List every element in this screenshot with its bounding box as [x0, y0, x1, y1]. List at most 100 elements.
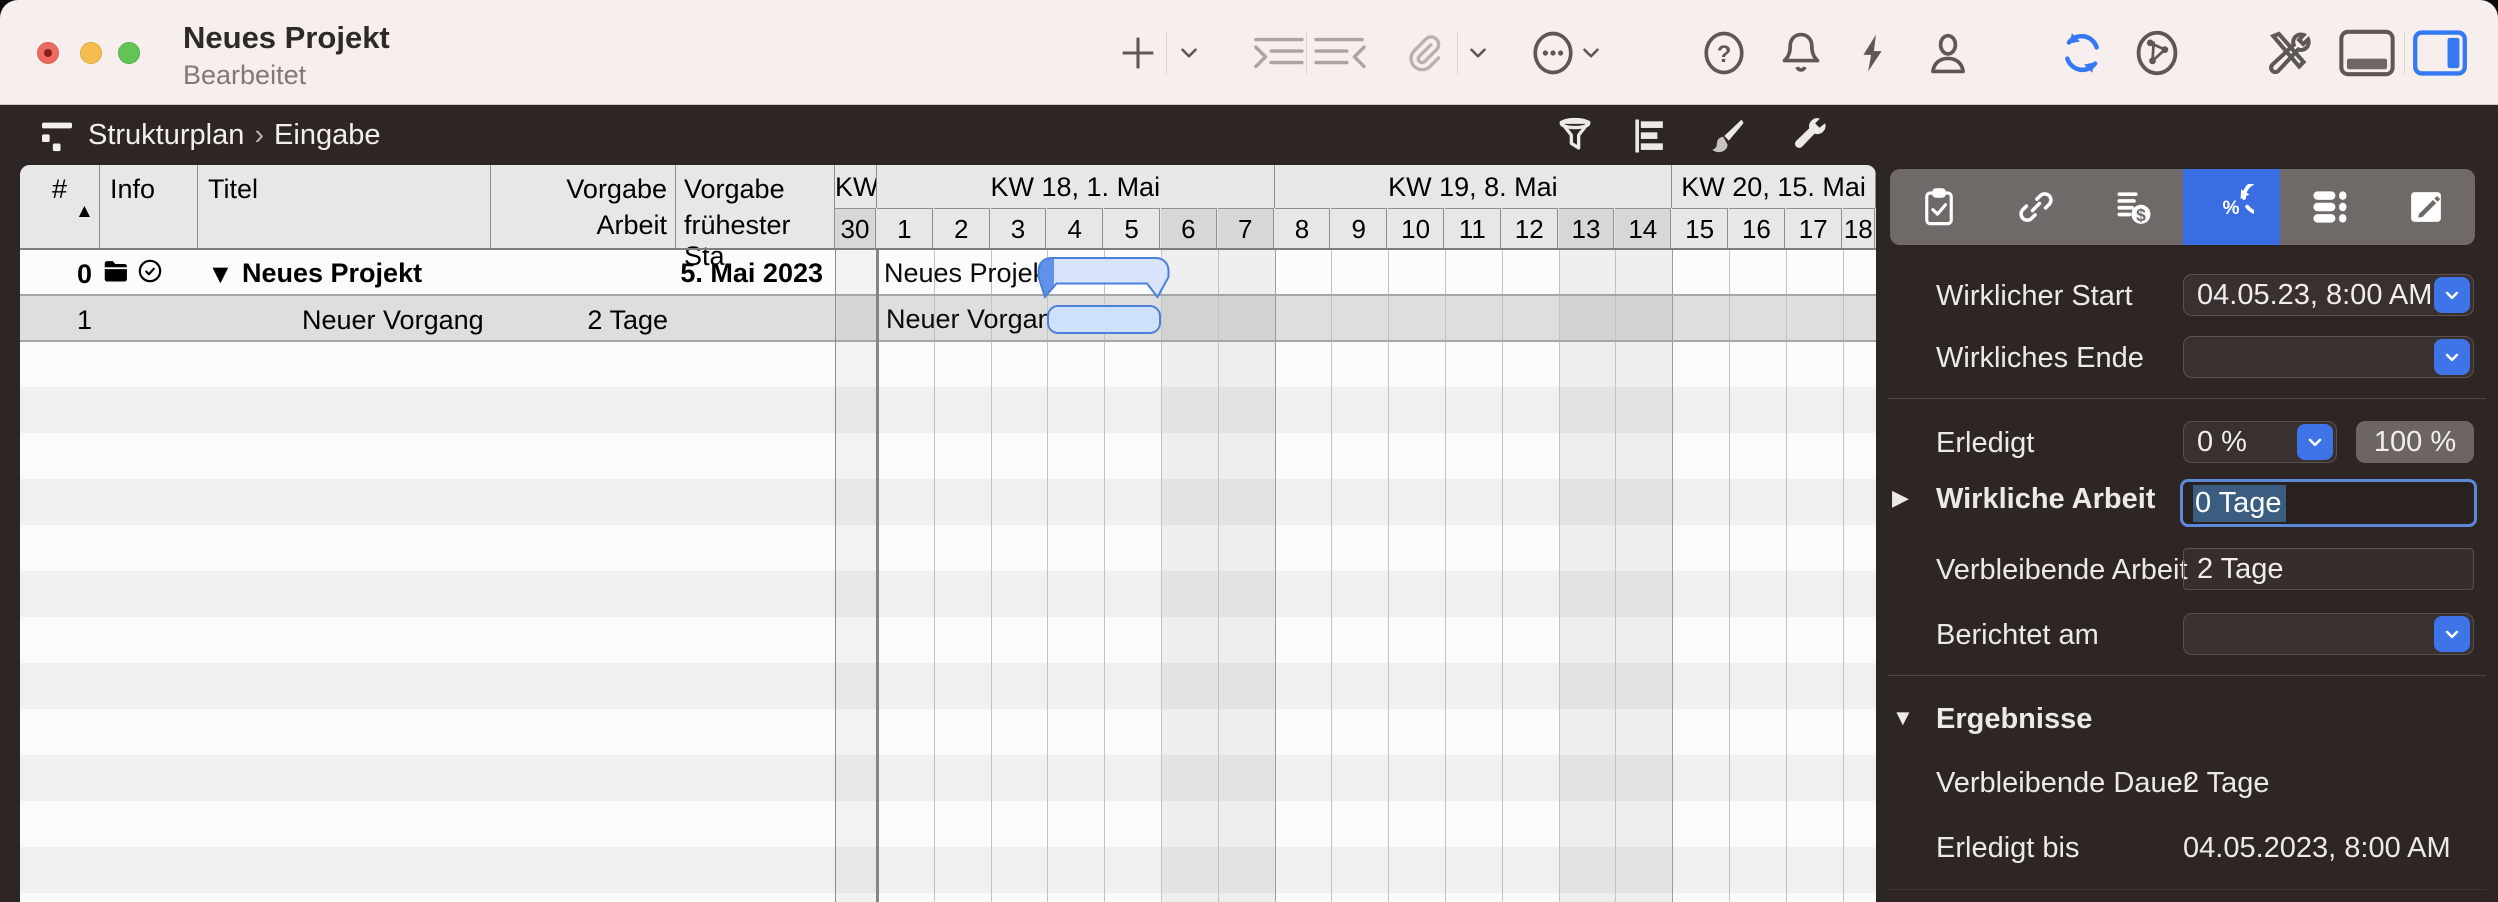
day-gridline — [1161, 249, 1162, 902]
row-info-icons[interactable] — [103, 258, 163, 284]
svg-text:$: $ — [2136, 205, 2146, 225]
tab-notes[interactable] — [2378, 169, 2476, 245]
add-icon[interactable] — [1115, 15, 1161, 91]
actual-work-input[interactable]: 0 Tage — [2180, 479, 2477, 527]
outdent-icon[interactable] — [1312, 15, 1370, 91]
chevron-down-icon[interactable] — [2434, 339, 2470, 375]
bottom-panel-toggle-icon[interactable] — [2338, 15, 2396, 91]
document-title: Neues Projekt — [183, 20, 390, 56]
filter-icon[interactable] — [1553, 116, 1597, 156]
wbs-view-icon[interactable] — [36, 116, 78, 156]
day-gridline — [1786, 249, 1787, 902]
zoom-button[interactable] — [118, 42, 140, 64]
tab-actual-values[interactable]: % — [2183, 169, 2281, 245]
project-summary-bar[interactable] — [1035, 255, 1172, 301]
day-gridline — [1218, 249, 1219, 902]
settings-tools-icon[interactable] — [2262, 15, 2316, 91]
day-header-14: 14 — [1615, 208, 1671, 249]
group-icon[interactable] — [1628, 116, 1672, 156]
attachment-icon[interactable] — [1398, 15, 1448, 91]
column-header-earliest-start[interactable]: Vorgabefrühester Sta — [676, 165, 835, 249]
column-header-work[interactable]: VorgabeArbeit — [491, 165, 676, 249]
indent-icon[interactable] — [1248, 15, 1306, 91]
chevron-down-icon[interactable] — [2434, 616, 2470, 652]
network-icon[interactable] — [2130, 15, 2184, 91]
tab-finance[interactable]: $ — [2085, 169, 2183, 245]
actual-end-dropdown[interactable] — [2183, 336, 2474, 378]
view-settings-wrench-icon[interactable] — [1788, 116, 1832, 156]
inspector-panel: $ % Wirklicher Start 04.05.23, 8:00 AM W… — [1878, 105, 2498, 902]
disclosure-right-icon[interactable]: ▶ — [1892, 485, 1909, 511]
remaining-work-input[interactable]: 2 Tage — [2183, 548, 2474, 590]
day-header-30: 30 — [835, 208, 876, 249]
minimize-button[interactable] — [80, 42, 102, 64]
result-value-remaining-duration: 2 Tage — [2183, 767, 2270, 800]
day-header-7: 7 — [1218, 208, 1274, 249]
day-header-3: 3 — [991, 208, 1047, 249]
column-header-title[interactable]: Titel — [198, 165, 491, 249]
day-header-8: 8 — [1275, 208, 1331, 249]
breadcrumb-page[interactable]: Eingabe — [274, 119, 380, 151]
day-gridline — [1331, 249, 1332, 902]
result-label-remaining-duration: Verbleibende Dauer — [1936, 767, 2192, 800]
day-header-12: 12 — [1502, 208, 1558, 249]
svg-text:%: % — [2223, 198, 2240, 219]
more-actions-icon[interactable] — [1527, 15, 1579, 91]
disclosure-down-icon[interactable]: ▼ — [1892, 705, 1914, 731]
day-header-17: 17 — [1786, 208, 1842, 249]
result-value-done-until: 04.05.2023, 8:00 AM — [2183, 832, 2451, 865]
right-panel-toggle-icon[interactable] — [2412, 15, 2468, 91]
separator — [1888, 398, 2486, 399]
toolbar-divider — [1166, 32, 1167, 74]
day-header-4: 4 — [1047, 208, 1103, 249]
help-icon[interactable]: ? — [1698, 15, 1750, 91]
notifications-icon[interactable] — [1775, 15, 1827, 91]
breadcrumb[interactable]: Strukturplan›Eingabe — [88, 119, 380, 152]
work-cell[interactable]: 2 Tage — [491, 305, 668, 336]
day-gridline — [1445, 249, 1446, 902]
tab-resources[interactable] — [2280, 169, 2378, 245]
done-percent-dropdown[interactable]: 0 % — [2183, 421, 2337, 463]
actual-start-dropdown[interactable]: 04.05.23, 8:00 AM — [2183, 274, 2474, 316]
row-number: 0 — [20, 259, 92, 290]
column-header-info[interactable]: Info — [100, 165, 198, 249]
set-100-percent-button[interactable]: 100 % — [2356, 421, 2474, 463]
task-bar[interactable] — [1047, 305, 1161, 334]
add-chevron-icon[interactable] — [1176, 15, 1202, 91]
reported-on-dropdown[interactable] — [2183, 613, 2474, 655]
more-actions-chevron-icon[interactable] — [1578, 15, 1604, 91]
automations-icon[interactable] — [1850, 15, 1896, 91]
day-gridline — [1388, 249, 1389, 902]
close-button[interactable] — [37, 42, 59, 64]
earliest-start-cell[interactable]: 5. Mai 2023 — [676, 258, 823, 289]
sync-icon[interactable] — [2055, 15, 2109, 91]
task-title-cell[interactable]: Neues Projekt — [242, 258, 422, 289]
task-title-cell[interactable]: Neuer Vorgang — [302, 305, 484, 336]
table-gantt-splitter[interactable] — [876, 165, 879, 902]
day-header-18: 18 — [1843, 208, 1875, 249]
chevron-down-icon[interactable] — [2297, 424, 2333, 460]
section-title-results: Ergebnisse — [1936, 703, 2092, 736]
breadcrumb-view[interactable]: Strukturplan — [88, 119, 244, 151]
day-header-9: 9 — [1331, 208, 1387, 249]
day-header-15: 15 — [1672, 208, 1728, 249]
table-header: # ▲ Info Titel VorgabeArbeit Vorgabefrüh… — [20, 165, 1876, 249]
gantt-week-header: KW 19, 8. Mai — [1275, 165, 1673, 208]
header-bottom-border — [20, 248, 1876, 250]
day-header-1: 1 — [877, 208, 933, 249]
gantt-bar-label: Neues Projekt — [884, 258, 1054, 289]
field-label-done: Erledigt — [1936, 427, 2034, 460]
sort-ascending-icon[interactable]: ▲ — [75, 201, 94, 223]
disclosure-triangle[interactable]: ▼ — [207, 259, 234, 290]
resources-user-icon[interactable] — [1922, 15, 1974, 91]
chevron-down-icon[interactable] — [2434, 277, 2470, 313]
tab-links[interactable] — [1988, 169, 2086, 245]
svg-text:?: ? — [1717, 41, 1732, 68]
day-header-16: 16 — [1729, 208, 1785, 249]
day-gridline — [1275, 249, 1276, 902]
attachment-chevron-icon[interactable] — [1465, 15, 1491, 91]
field-label-actual-end: Wirkliches Ende — [1936, 342, 2144, 375]
style-brush-icon[interactable] — [1705, 116, 1749, 156]
column-header-number[interactable]: # ▲ — [20, 165, 100, 249]
tab-clipboard-check[interactable] — [1890, 169, 1988, 245]
